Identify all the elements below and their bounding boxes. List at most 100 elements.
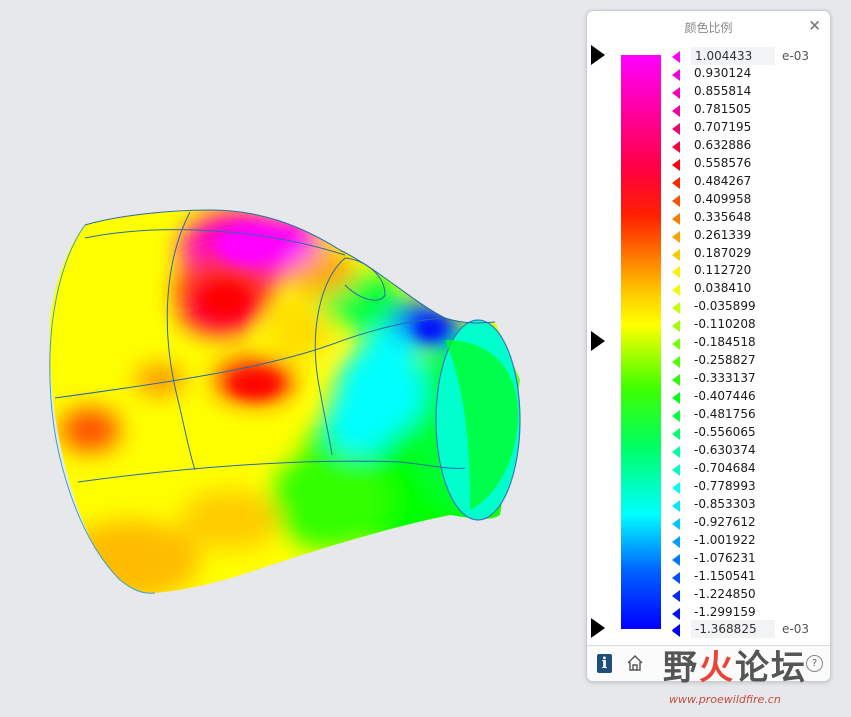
tick-row[interactable]: 0.335648 <box>672 209 822 227</box>
tick-triangle-icon <box>672 212 680 225</box>
tick-label: -0.778993 <box>694 478 756 493</box>
max-range-handle[interactable] <box>591 45 605 65</box>
tick-label: -1.150541 <box>694 568 756 583</box>
tick-label: -0.407446 <box>694 389 756 404</box>
tick-triangle-icon <box>672 428 680 440</box>
min-triangle-icon <box>672 624 680 636</box>
tick-row[interactable]: 0.558576 <box>672 155 822 173</box>
tick-row[interactable]: -0.407446 <box>672 388 822 406</box>
tick-label: -0.853303 <box>694 496 756 511</box>
tick-label: -1.299159 <box>694 604 756 619</box>
tick-label: 0.930124 <box>694 66 752 80</box>
tick-triangle-icon <box>672 571 680 584</box>
tick-row[interactable]: -0.556065 <box>672 424 822 442</box>
tick-label: 0.558576 <box>694 155 752 170</box>
tick-row[interactable]: -0.184518 <box>672 334 822 352</box>
tick-row[interactable]: -0.630374 <box>672 442 822 460</box>
tick-label: 0.707195 <box>694 119 752 134</box>
min-value-input[interactable]: -1.368825 <box>691 620 775 638</box>
info-icon[interactable]: i <box>597 654 612 673</box>
tick-triangle-icon <box>672 607 680 620</box>
tick-triangle-icon <box>672 230 680 243</box>
tick-row[interactable]: -1.224850 <box>672 586 822 604</box>
tick-triangle-icon <box>672 338 680 351</box>
tick-label: -0.704684 <box>694 460 756 475</box>
tick-row[interactable]: 0.855814 <box>672 83 822 101</box>
watermark-brand-part2: 火 <box>699 648 735 688</box>
tick-label: -0.035899 <box>694 299 756 314</box>
tick-label: 0.187029 <box>694 245 752 260</box>
close-icon[interactable]: × <box>808 16 821 34</box>
tick-label: -0.333137 <box>694 371 756 386</box>
tick-row[interactable]: -1.299159 <box>672 604 822 622</box>
watermark-brand: 野火论坛 <box>663 640 807 689</box>
tick-row[interactable]: 0.632886 <box>672 137 822 155</box>
tick-triangle-icon <box>672 302 680 315</box>
tick-label: 0.855814 <box>694 83 752 98</box>
tick-triangle-icon <box>672 266 680 279</box>
max-value-input[interactable]: 1.004433 <box>691 47 775 65</box>
tick-triangle-icon <box>672 499 680 512</box>
min-range-handle[interactable] <box>591 618 605 638</box>
tick-row[interactable]: 0.112720 <box>672 262 822 280</box>
tick-triangle-icon <box>672 517 680 530</box>
tick-triangle-icon <box>672 481 680 494</box>
tick-row[interactable]: -0.853303 <box>672 496 822 514</box>
tick-row[interactable]: 0.038410 <box>672 280 822 298</box>
home-icon[interactable] <box>625 653 645 673</box>
tick-row[interactable]: 0.261339 <box>672 227 822 245</box>
tick-triangle-icon <box>672 158 680 171</box>
watermark-url: www.proewildfire.cn <box>669 693 781 706</box>
tick-row[interactable]: -0.778993 <box>672 478 822 496</box>
tick-row[interactable]: 0.409958 <box>672 191 822 209</box>
tick-row[interactable]: -0.035899 <box>672 298 822 316</box>
tick-label: -1.224850 <box>694 586 756 601</box>
tick-row[interactable]: 0.930124 <box>672 65 822 83</box>
tick-label: 0.112720 <box>694 263 752 278</box>
tick-label: 0.261339 <box>694 227 752 242</box>
tick-triangle-icon <box>672 86 680 99</box>
max-triangle-icon <box>672 51 680 63</box>
tick-row[interactable]: -1.001922 <box>672 532 822 550</box>
tick-triangle-icon <box>672 194 680 207</box>
tick-label: -0.184518 <box>694 335 756 350</box>
tick-row[interactable]: -0.258827 <box>672 352 822 370</box>
tick-row[interactable]: -0.333137 <box>672 370 822 388</box>
tick-label: 0.781505 <box>694 101 752 116</box>
tick-label: -0.110208 <box>694 317 756 332</box>
forum-watermark: 野火论坛 www.proewildfire.cn <box>663 640 848 712</box>
tick-triangle-icon <box>672 553 680 566</box>
tick-label: -1.001922 <box>694 532 756 547</box>
tick-label: -0.556065 <box>694 425 756 439</box>
min-exponent-label: e-03 <box>782 622 809 636</box>
tick-triangle-icon <box>672 284 680 297</box>
tick-label: 0.632886 <box>694 137 752 152</box>
tick-label: -0.481756 <box>694 407 756 422</box>
tick-label: 0.335648 <box>694 209 752 224</box>
tick-row[interactable]: -0.110208 <box>672 316 822 334</box>
watermark-brand-part3: 论坛 <box>735 648 807 688</box>
tick-triangle-icon <box>672 392 680 405</box>
tick-triangle-icon <box>672 410 680 423</box>
mid-range-handle[interactable] <box>591 331 605 351</box>
tick-triangle-icon <box>672 122 680 135</box>
tick-row[interactable]: -1.150541 <box>672 568 822 586</box>
tick-triangle-icon <box>672 248 680 261</box>
tick-triangle-icon <box>672 463 680 476</box>
tick-label: 0.484267 <box>694 173 752 188</box>
tick-triangle-icon <box>672 374 680 387</box>
tick-row[interactable]: -0.704684 <box>672 460 822 478</box>
tick-triangle-icon <box>672 104 680 117</box>
tick-triangle-icon <box>672 589 680 602</box>
tick-row[interactable]: 0.707195 <box>672 119 822 137</box>
tick-row[interactable]: -0.481756 <box>672 406 822 424</box>
tick-row[interactable]: -1.076231 <box>672 550 822 568</box>
tick-row[interactable]: 0.187029 <box>672 245 822 263</box>
tick-label: 0.038410 <box>694 281 752 296</box>
tick-row[interactable]: 0.484267 <box>672 173 822 191</box>
tick-row[interactable]: -0.927612 <box>672 514 822 532</box>
tick-label: -0.258827 <box>694 353 756 368</box>
tick-row[interactable]: 0.781505 <box>672 101 822 119</box>
tick-triangle-icon <box>672 445 680 458</box>
tick-label: 0.409958 <box>694 191 752 206</box>
